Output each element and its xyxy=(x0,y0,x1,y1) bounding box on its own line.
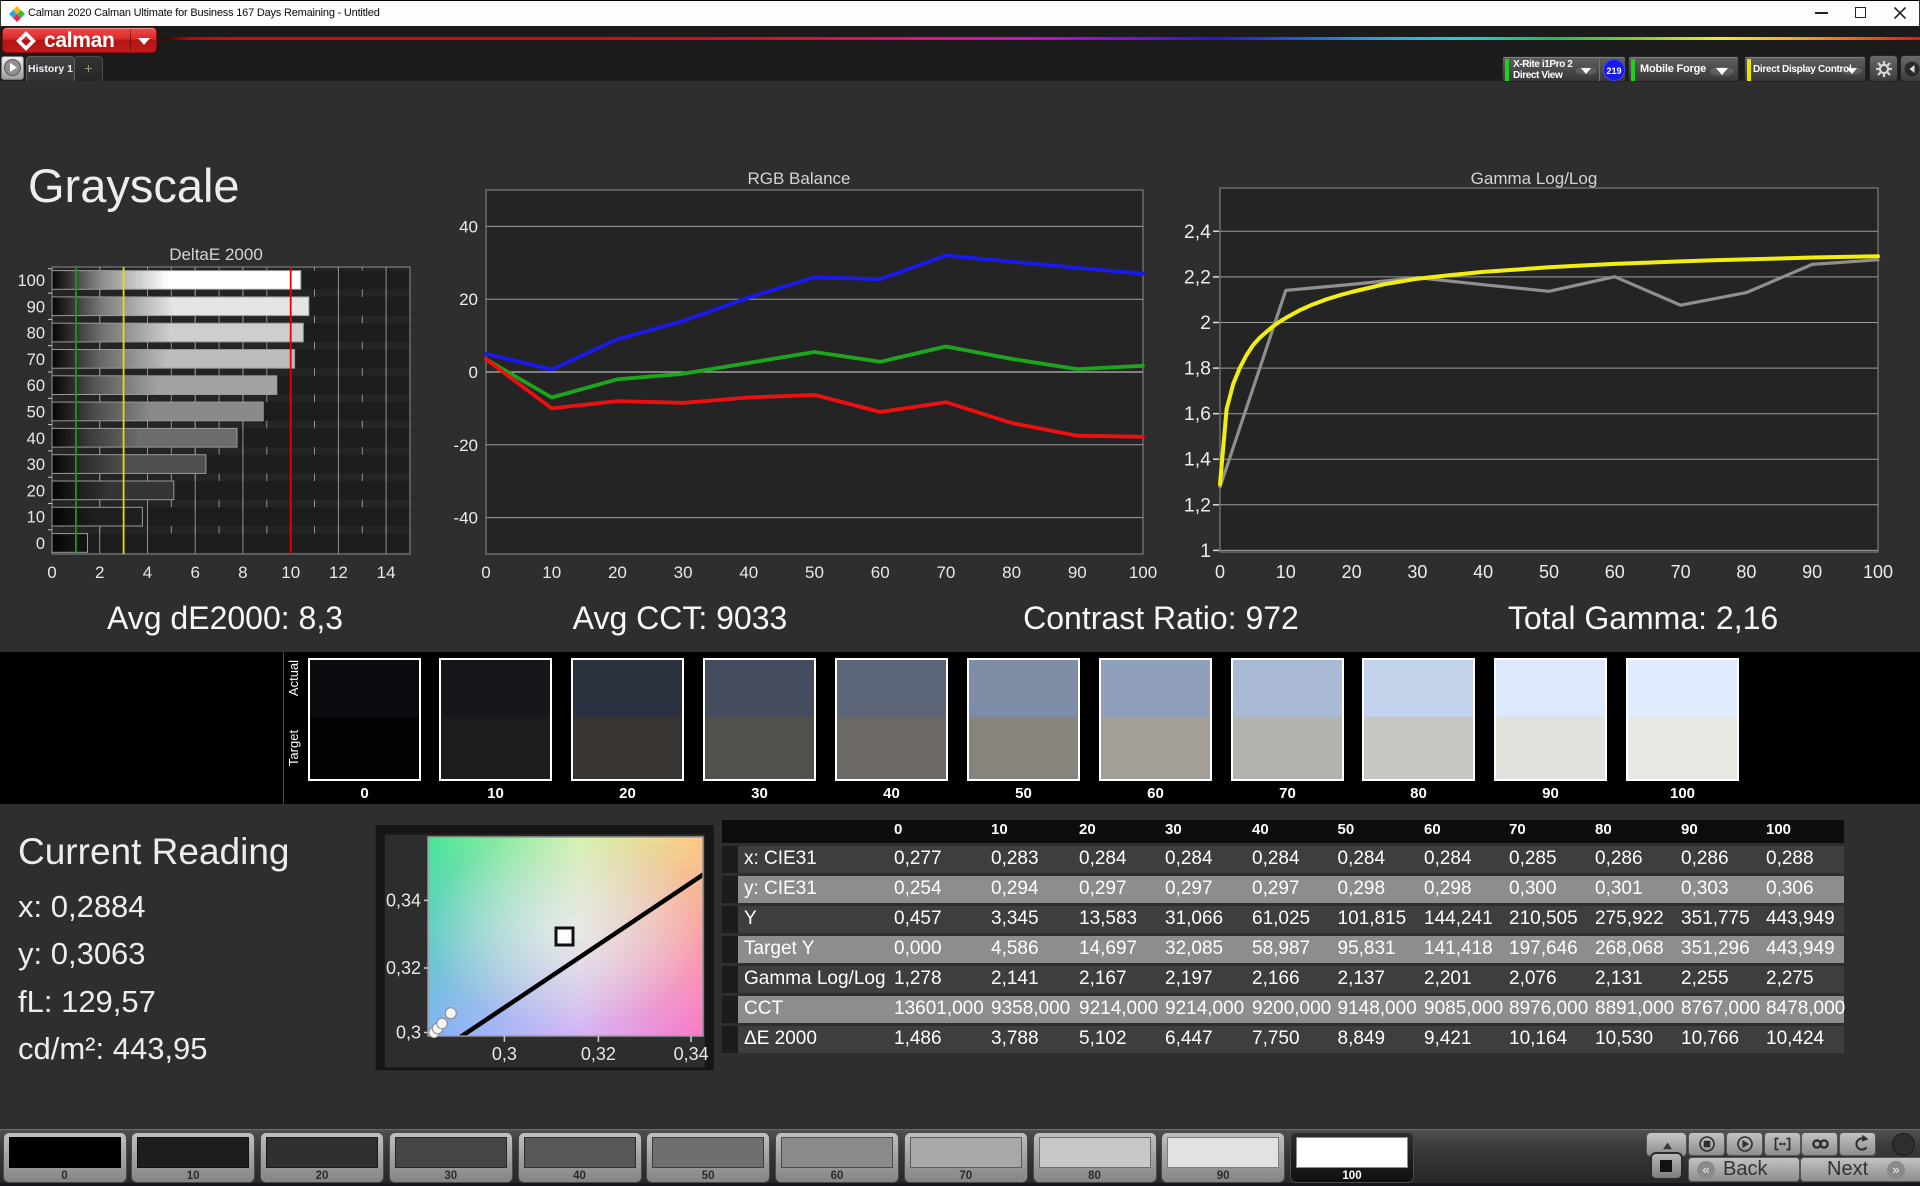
svg-text:20: 20 xyxy=(459,290,478,309)
svg-text:0,32: 0,32 xyxy=(386,958,421,978)
svg-text:90: 90 xyxy=(27,298,45,316)
svg-text:2: 2 xyxy=(1200,312,1211,334)
svg-text:40: 40 xyxy=(739,563,758,582)
svg-text:60: 60 xyxy=(27,377,45,395)
svg-text:40: 40 xyxy=(27,430,45,448)
svg-text:20: 20 xyxy=(27,482,45,500)
svg-text:2: 2 xyxy=(95,563,104,582)
svg-text:100: 100 xyxy=(1863,562,1893,582)
svg-text:10: 10 xyxy=(1276,562,1296,582)
svg-text:70: 70 xyxy=(1671,562,1691,582)
svg-text:0,3: 0,3 xyxy=(396,1023,421,1043)
svg-text:0,34: 0,34 xyxy=(386,890,421,910)
svg-text:10: 10 xyxy=(27,509,45,527)
svg-text:14: 14 xyxy=(377,563,396,582)
svg-text:40: 40 xyxy=(1473,562,1493,582)
svg-text:70: 70 xyxy=(936,563,955,582)
svg-text:30: 30 xyxy=(674,563,693,582)
svg-text:0: 0 xyxy=(47,563,56,582)
svg-text:4: 4 xyxy=(143,563,152,582)
svg-text:0,32: 0,32 xyxy=(581,1044,616,1064)
svg-text:2,2: 2,2 xyxy=(1184,266,1211,288)
svg-text:1,2: 1,2 xyxy=(1184,494,1211,516)
svg-text:20: 20 xyxy=(1342,562,1362,582)
svg-text:50: 50 xyxy=(1539,562,1559,582)
svg-text:0: 0 xyxy=(481,563,490,582)
svg-text:2,4: 2,4 xyxy=(1184,221,1211,243)
svg-text:60: 60 xyxy=(1605,562,1625,582)
svg-text:30: 30 xyxy=(27,456,45,474)
svg-text:30: 30 xyxy=(1407,562,1427,582)
svg-text:1,8: 1,8 xyxy=(1184,358,1211,380)
svg-text:40: 40 xyxy=(459,217,478,236)
svg-text:50: 50 xyxy=(27,404,45,422)
svg-text:10: 10 xyxy=(542,563,561,582)
svg-text:100: 100 xyxy=(17,272,45,290)
svg-text:DeltaE 2000: DeltaE 2000 xyxy=(169,245,263,264)
svg-text:-40: -40 xyxy=(453,509,478,528)
svg-text:1,6: 1,6 xyxy=(1184,403,1211,425)
svg-text:60: 60 xyxy=(871,563,890,582)
svg-text:8: 8 xyxy=(238,563,247,582)
svg-text:0,3: 0,3 xyxy=(492,1044,517,1064)
svg-text:70: 70 xyxy=(27,351,45,369)
svg-text:6: 6 xyxy=(190,563,199,582)
svg-text:80: 80 xyxy=(1002,563,1021,582)
svg-text:50: 50 xyxy=(805,563,824,582)
svg-text:RGB Balance: RGB Balance xyxy=(748,169,851,188)
svg-text:12: 12 xyxy=(329,563,348,582)
svg-text:-20: -20 xyxy=(453,436,478,455)
svg-text:90: 90 xyxy=(1068,563,1087,582)
svg-text:100: 100 xyxy=(1129,563,1157,582)
svg-text:0: 0 xyxy=(36,535,45,553)
svg-text:0: 0 xyxy=(469,363,478,382)
svg-text:1,4: 1,4 xyxy=(1184,449,1211,471)
svg-text:10: 10 xyxy=(281,563,300,582)
svg-text:1: 1 xyxy=(1200,540,1211,562)
svg-text:90: 90 xyxy=(1802,562,1822,582)
svg-text:80: 80 xyxy=(1736,562,1756,582)
svg-text:Gamma Log/Log: Gamma Log/Log xyxy=(1471,169,1598,188)
svg-text:0,34: 0,34 xyxy=(674,1044,709,1064)
svg-text:20: 20 xyxy=(608,563,627,582)
svg-text:0: 0 xyxy=(1215,562,1225,582)
svg-text:80: 80 xyxy=(27,325,45,343)
